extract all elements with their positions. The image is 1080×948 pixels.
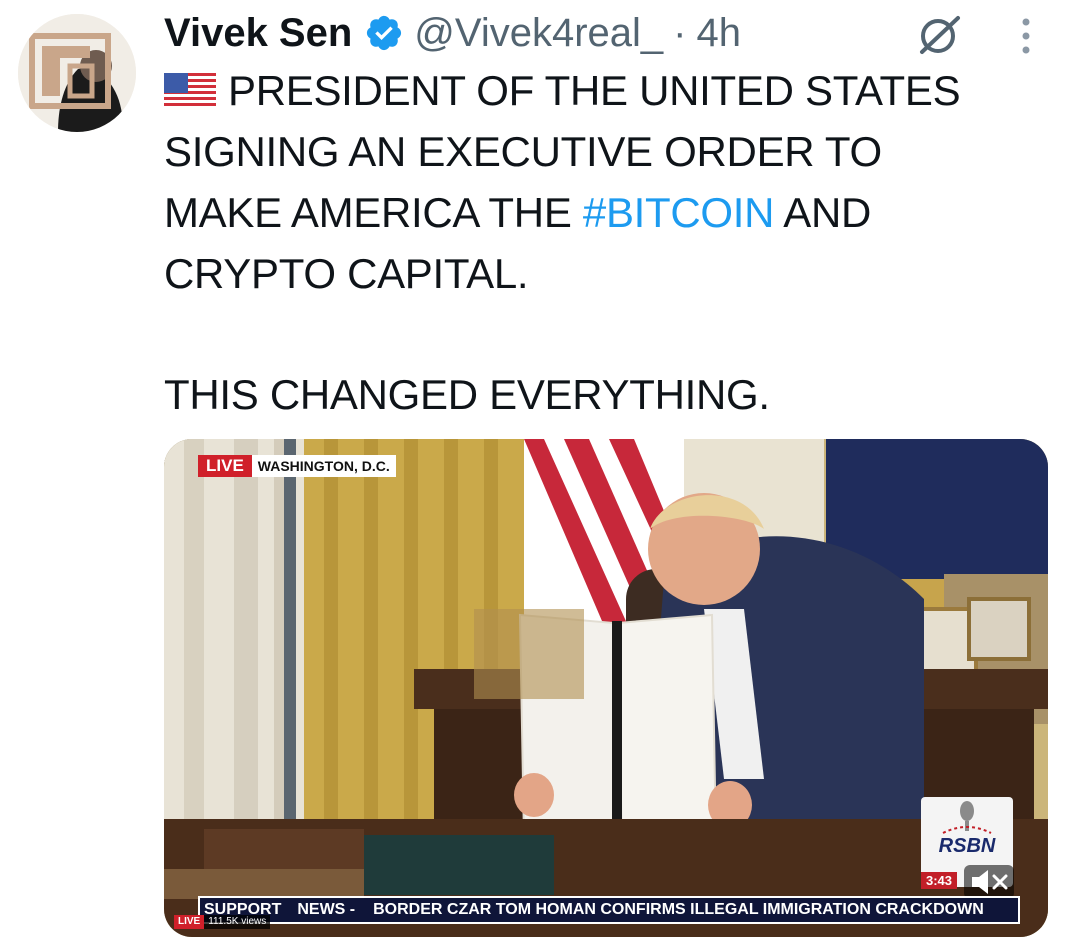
tweet-text-part: AND: [774, 189, 872, 236]
video-duration: 3:43: [921, 872, 958, 889]
tweet-text-line-3: MAKE AMERICA THE #BITCOIN AND: [164, 182, 1034, 243]
views-badge: LIVE 111.5K views: [174, 915, 271, 929]
ticker-headline: BORDER CZAR TOM HOMAN CONFIRMS ILLEGAL I…: [373, 901, 984, 918]
tweet-text-part: MAKE AMERICA THE: [164, 189, 583, 236]
muted-speaker-icon[interactable]: [964, 865, 1014, 899]
video-player[interactable]: LIVE WASHINGTON, D.C. RSBN 3:43 SUPPORT N…: [164, 439, 1048, 937]
header-separator: ·: [673, 10, 687, 55]
tweet-text-closing: THIS CHANGED EVERYTHING.: [164, 371, 770, 418]
avatar-logo-icon: [18, 14, 136, 132]
more-vertical-icon[interactable]: [1014, 14, 1038, 58]
ticker-news: NEWS -: [297, 901, 356, 918]
author-handle[interactable]: @Vivek4real_: [414, 11, 663, 56]
video-frame: [164, 439, 1048, 937]
live-badge: LIVE: [198, 455, 252, 477]
tweet[interactable]: Vivek Sen @Vivek4real_ · 4h PRESIDENT OF…: [0, 0, 1080, 948]
tweet-text-line-1: PRESIDENT OF THE UNITED STATES: [164, 60, 1034, 121]
avatar[interactable]: [18, 14, 136, 132]
tweet-text-line-4: CRYPTO CAPITAL.: [164, 250, 529, 297]
author-name[interactable]: Vivek Sen: [164, 11, 352, 56]
tweet-text-part: PRESIDENT OF THE UNITED STATES: [228, 67, 961, 114]
views-live-badge: LIVE: [174, 915, 205, 929]
location-label: WASHINGTON, D.C.: [251, 455, 396, 477]
grok-icon[interactable]: [916, 12, 962, 58]
network-name: RSBN: [938, 835, 996, 857]
live-location-tag: LIVE WASHINGTON, D.C.: [198, 455, 396, 477]
tweet-timestamp[interactable]: 4h: [697, 11, 742, 56]
tweet-text-line-2: SIGNING AN EXECUTIVE ORDER TO: [164, 128, 882, 175]
tweet-text: PRESIDENT OF THE UNITED STATES SIGNING A…: [164, 60, 1034, 304]
tweet-header: Vivek Sen @Vivek4real_ · 4h: [164, 8, 741, 58]
hashtag-link[interactable]: #BITCOIN: [583, 189, 775, 236]
news-ticker: SUPPORT NEWS - BORDER CZAR TOM HOMAN CONFI…: [198, 896, 1020, 924]
view-count: 111.5K views: [204, 915, 271, 929]
verified-badge-icon: [367, 15, 402, 51]
us-flag-icon: [164, 73, 216, 109]
microphone-icon: [942, 801, 992, 834]
